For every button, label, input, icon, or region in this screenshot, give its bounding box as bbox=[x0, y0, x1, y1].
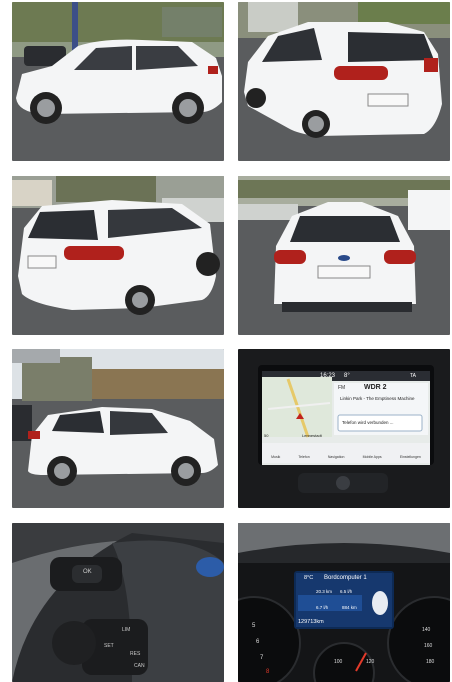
car-rear-image bbox=[238, 176, 450, 335]
res-button[interactable]: RES bbox=[130, 651, 140, 657]
photo-rear-right[interactable] bbox=[238, 2, 450, 161]
car-side-left-image bbox=[12, 349, 224, 508]
cluster-title: Bordcomputer 1 bbox=[324, 575, 367, 581]
rpm-label-6: 6 bbox=[256, 639, 260, 645]
lim-button[interactable]: LIM bbox=[122, 627, 130, 633]
kmh-label-160: 160 bbox=[424, 643, 433, 649]
photo-side-left[interactable] bbox=[12, 349, 224, 508]
kmh-label-180: 180 bbox=[426, 659, 435, 665]
nav-item-music[interactable]: Musik bbox=[271, 455, 280, 459]
consumption-2: 884 km bbox=[342, 605, 357, 610]
track-title: Linkin Park - The Emptiness Machine bbox=[340, 396, 415, 401]
photo-steering-wheel[interactable]: OK LIM RES SET CAN bbox=[12, 523, 224, 682]
nav-item-apps[interactable]: Mobile Apps bbox=[363, 455, 382, 459]
nav-item-settings[interactable]: Einstellungen bbox=[400, 455, 421, 459]
station-name: WDR 2 bbox=[364, 384, 387, 391]
rpm-label-7: 7 bbox=[260, 655, 264, 661]
car-rear-right-image bbox=[238, 2, 450, 161]
can-button[interactable]: CAN bbox=[134, 663, 145, 669]
range-2: 6.5 l/h bbox=[340, 589, 353, 594]
steering-wheel-image bbox=[12, 523, 224, 682]
consumption-1: 6.7 l/h bbox=[316, 605, 329, 610]
kmh-label-120: 120 bbox=[366, 659, 375, 665]
kmh-label-100: 100 bbox=[334, 659, 343, 665]
photo-side-front[interactable] bbox=[12, 2, 224, 161]
fm-label: FM bbox=[338, 385, 346, 391]
photo-infotainment[interactable]: 16:23 8° TA FM WDR 2 Linkin Park - The E… bbox=[238, 349, 450, 508]
nav-bar: Musik Telefon Navigation Mobile Apps Ein… bbox=[262, 455, 430, 459]
rpm-label-5: 5 bbox=[252, 623, 256, 629]
photo-gallery: 16:23 8° TA FM WDR 2 Linkin Park - The E… bbox=[0, 0, 452, 682]
photo-rear[interactable] bbox=[238, 176, 450, 335]
car-side-front-image bbox=[12, 2, 224, 161]
odometer: 129713km bbox=[298, 619, 324, 625]
temperature: 8° bbox=[344, 373, 350, 379]
range-1: 20.3 km bbox=[316, 589, 333, 594]
clock: 16:23 bbox=[320, 373, 336, 379]
set-button[interactable]: SET bbox=[104, 643, 114, 649]
nav-item-phone[interactable]: Telefon bbox=[298, 455, 309, 459]
instrument-cluster-image bbox=[238, 523, 450, 682]
map-place: Lennestadt bbox=[302, 433, 322, 438]
kmh-label-140: 140 bbox=[422, 627, 431, 633]
photo-rear-left[interactable] bbox=[12, 176, 224, 335]
ok-button[interactable]: OK bbox=[83, 569, 92, 575]
photo-instrument-cluster[interactable]: 8°C Bordcomputer 1 20.3 km 6.5 l/h 6.7 l… bbox=[238, 523, 450, 682]
phone-status: Telefon wird verbunden ... bbox=[342, 420, 394, 425]
map-scale: 50 bbox=[264, 433, 269, 438]
cluster-temp: 8°C bbox=[304, 575, 314, 581]
nav-item-navigation[interactable]: Navigation bbox=[328, 455, 345, 459]
ta-label: TA bbox=[410, 373, 417, 379]
car-rear-left-image bbox=[12, 176, 224, 335]
rpm-label-8: 8 bbox=[266, 669, 270, 675]
